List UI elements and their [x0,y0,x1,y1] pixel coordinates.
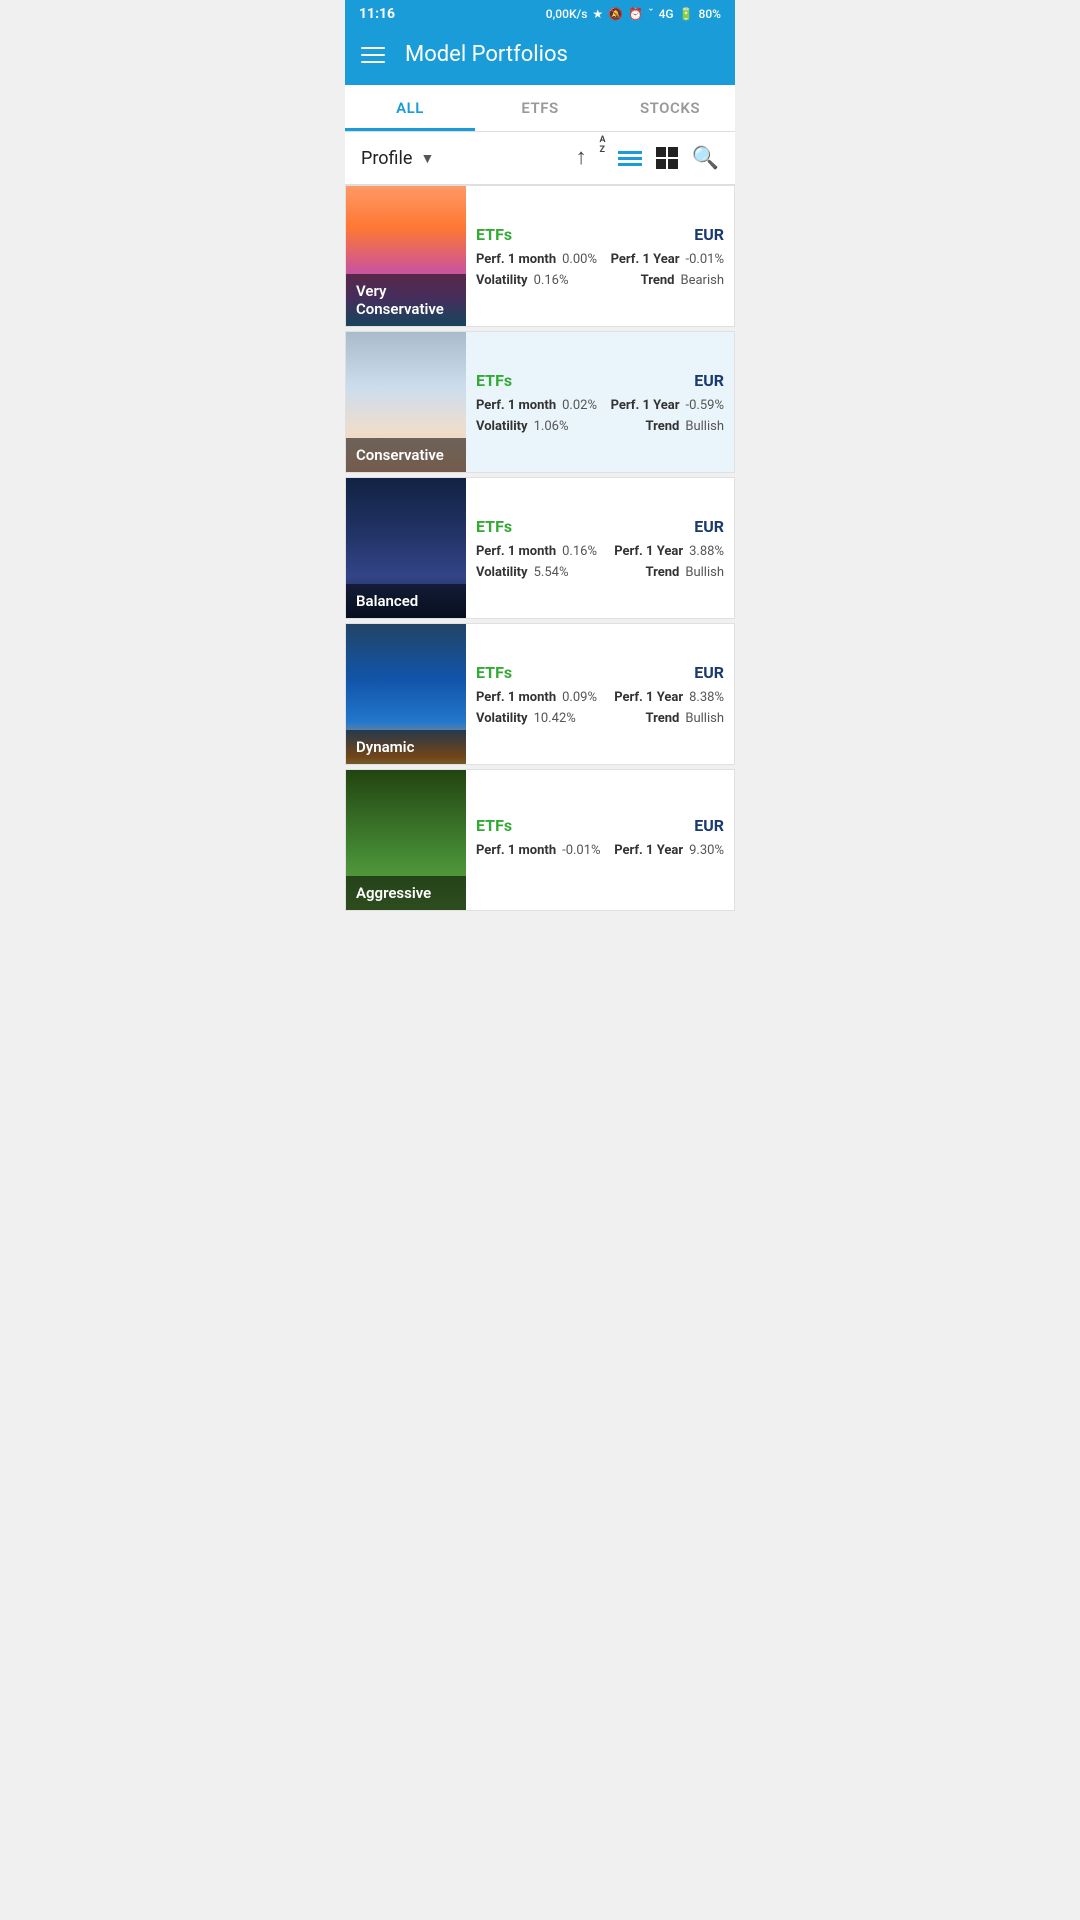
perf-row-conservative: Perf. 1 month 0.02% Perf. 1 Year -0.59% [476,398,724,413]
time: 11:16 [359,6,395,22]
currency-label-aggressive: EUR [694,816,724,835]
volatility-dynamic: Volatility 10.42% [476,711,576,726]
portfolio-data-conservative: ETFs EUR Perf. 1 month 0.02% Perf. 1 Year… [466,332,734,472]
etf-label-aggressive: ETFs [476,816,512,835]
sort-az-button[interactable]: ↑ A Z [576,142,604,174]
vol-trend-row-very-conservative: Volatility 0.16% Trend Bearish [476,273,724,288]
perf1month-aggressive: Perf. 1 month -0.01% [476,843,601,858]
volatility-conservative: Volatility 1.06% [476,419,568,434]
etf-label-balanced: ETFs [476,517,512,536]
toolbar-icons: ↑ A Z 🔍 [576,142,719,174]
toolbar: Profile ▼ ↑ A Z 🔍 [345,132,735,185]
portfolio-name-balanced: Balanced [346,584,466,618]
status-bar: 11:16 0,00K/s ★ 🔕 ⏰ ˇ 4G 🔋 80% [345,0,735,28]
perf-row-aggressive: Perf. 1 month -0.01% Perf. 1 Year 9.30% [476,843,724,858]
portfolio-header-very-conservative: ETFs EUR [476,225,724,244]
tab-stocks[interactable]: STOCKS [605,85,735,131]
trend-very-conservative: Trend Bearish [641,273,724,288]
currency-label-conservative: EUR [694,371,724,390]
perf1year-very-conservative: Perf. 1 Year -0.01% [611,252,724,267]
trend-dynamic: Trend Bullish [645,711,724,726]
portfolio-name-dynamic: Dynamic [346,730,466,764]
perf1month-dynamic: Perf. 1 month 0.09% [476,690,597,705]
perf1month-conservative: Perf. 1 month 0.02% [476,398,597,413]
status-icons: 0,00K/s ★ 🔕 ⏰ ˇ 4G 🔋 80% [546,7,721,21]
perf1year-aggressive: Perf. 1 Year 9.30% [614,843,724,858]
portfolio-data-dynamic: ETFs EUR Perf. 1 month 0.09% Perf. 1 Year… [466,624,734,764]
currency-label-very-conservative: EUR [694,225,724,244]
chevron-down-icon: ▼ [420,150,434,167]
portfolio-item-dynamic[interactable]: Dynamic ETFs EUR Perf. 1 month 0.09% Perf.… [345,623,735,765]
portfolio-item-balanced[interactable]: Balanced ETFs EUR Perf. 1 month 0.16% Perf… [345,477,735,619]
tab-all[interactable]: ALL [345,85,475,131]
perf-row-very-conservative: Perf. 1 month 0.00% Perf. 1 Year -0.01% [476,252,724,267]
app-header: Model Portfolios [345,28,735,85]
portfolio-data-balanced: ETFs EUR Perf. 1 month 0.16% Perf. 1 Year… [466,478,734,618]
list-view-button[interactable] [618,151,642,166]
mute-icon: 🔕 [608,7,623,21]
sort-letter-z: Z [600,146,606,156]
perf-row-dynamic: Perf. 1 month 0.09% Perf. 1 Year 8.38% [476,690,724,705]
portfolio-list: Very Conservative ETFs EUR Perf. 1 month 0… [345,185,735,911]
perf1year-dynamic: Perf. 1 Year 8.38% [614,690,724,705]
portfolio-header-dynamic: ETFs EUR [476,663,724,682]
currency-label-balanced: EUR [694,517,724,536]
tab-etfs[interactable]: ETFS [475,85,605,131]
currency-label-dynamic: EUR [694,663,724,682]
portfolio-name-conservative: Conservative [346,438,466,472]
portfolio-name-very-conservative: Very Conservative [346,274,466,326]
profile-label: Profile [361,148,412,169]
grid-view-button[interactable] [656,147,678,169]
trend-conservative: Trend Bullish [645,419,724,434]
portfolio-thumb-balanced: Balanced [346,478,466,618]
portfolio-item-very-conservative[interactable]: Very Conservative ETFs EUR Perf. 1 month 0… [345,185,735,327]
portfolio-header-conservative: ETFs EUR [476,371,724,390]
etf-label-dynamic: ETFs [476,663,512,682]
volatility-very-conservative: Volatility 0.16% [476,273,568,288]
perf-row-balanced: Perf. 1 month 0.16% Perf. 1 Year 3.88% [476,544,724,559]
portfolio-thumb-aggressive: Aggressive [346,770,466,910]
volatility-balanced: Volatility 5.54% [476,565,568,580]
network-type: 4G [659,7,674,21]
bluetooth-icon: ★ [592,7,603,21]
vol-trend-row-balanced: Volatility 5.54% Trend Bullish [476,565,724,580]
portfolio-name-aggressive: Aggressive [346,876,466,910]
etf-label-conservative: ETFs [476,371,512,390]
portfolio-thumb-conservative: Conservative [346,332,466,472]
profile-dropdown[interactable]: Profile ▼ [361,148,560,169]
battery-icon: 🔋 [679,7,694,21]
perf1month-balanced: Perf. 1 month 0.16% [476,544,597,559]
portfolio-thumb-dynamic: Dynamic [346,624,466,764]
trend-balanced: Trend Bullish [645,565,724,580]
portfolio-item-aggressive[interactable]: Aggressive ETFs EUR Perf. 1 month -0.01% P… [345,769,735,911]
portfolio-data-very-conservative: ETFs EUR Perf. 1 month 0.00% Perf. 1 Year… [466,186,734,326]
portfolio-item-conservative[interactable]: Conservative ETFs EUR Perf. 1 month 0.02% … [345,331,735,473]
portfolio-data-aggressive: ETFs EUR Perf. 1 month -0.01% Perf. 1 Yea… [466,770,734,910]
vol-trend-row-dynamic: Volatility 10.42% Trend Bullish [476,711,724,726]
network-speed: 0,00K/s [546,7,588,21]
etf-label-very-conservative: ETFs [476,225,512,244]
perf1year-balanced: Perf. 1 Year 3.88% [614,544,724,559]
signal-icon: ˇ [648,7,654,21]
tab-bar: ALL ETFS STOCKS [345,85,735,132]
perf1month-very-conservative: Perf. 1 month 0.00% [476,252,597,267]
alarm-icon: ⏰ [628,7,643,21]
portfolio-header-aggressive: ETFs EUR [476,816,724,835]
vol-trend-row-conservative: Volatility 1.06% Trend Bullish [476,419,724,434]
battery-percent: 80% [699,7,721,21]
portfolio-header-balanced: ETFs EUR [476,517,724,536]
page-title: Model Portfolios [405,42,568,67]
perf1year-conservative: Perf. 1 Year -0.59% [611,398,724,413]
search-button[interactable]: 🔍 [692,146,719,171]
menu-button[interactable] [361,47,385,63]
portfolio-thumb-very-conservative: Very Conservative [346,186,466,326]
